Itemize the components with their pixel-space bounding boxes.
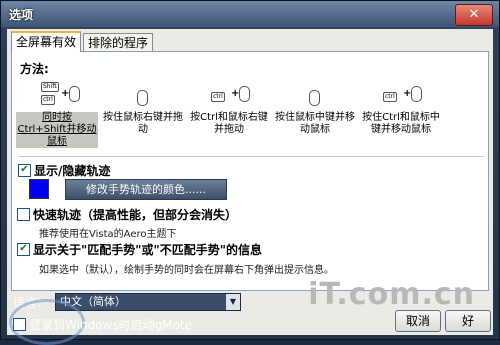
tab-fullscreen[interactable]: 全屏幕有效 — [11, 31, 82, 52]
shift-key-icon: Shift — [41, 82, 59, 92]
watermark-logo: iT.com.cn — [308, 277, 475, 312]
ok-button[interactable]: 好 — [445, 310, 491, 332]
title-bar[interactable]: 选项 ✕ — [1, 1, 499, 27]
mouse-icon — [69, 86, 80, 102]
options-dialog: 选项 ✕ 全屏幕有效 排除的程序 方法: Shift ctrl + 同时按 Ct… — [0, 0, 500, 345]
ctrl-key-icon: ctrl — [211, 92, 225, 102]
method-icon: ctrl + — [371, 82, 431, 112]
method-label: 同时按 Ctrl+Shift并移动鼠标 — [16, 112, 98, 148]
startup-label: 登录到Windows时启动gMote — [29, 318, 192, 332]
method-icon — [113, 82, 173, 112]
method-ctrl-middle-move[interactable]: ctrl + 按住Ctrl和鼠标中键并移动鼠标 — [360, 82, 442, 136]
method-icon: Shift ctrl + — [27, 82, 87, 112]
window-title: 选项 — [9, 8, 34, 22]
method-label: 按住Ctrl和鼠标中键并移动鼠标 — [362, 112, 440, 135]
method-right-drag[interactable]: 按住鼠标右键并拖动 — [102, 82, 184, 136]
show-trail-checkbox[interactable]: ✔ — [18, 164, 31, 177]
language-select[interactable]: 中文（简体） ▼ — [55, 293, 241, 311]
cancel-button[interactable]: 取消 — [395, 310, 441, 332]
show-trail-label: 显示/隐藏轨迹 — [34, 164, 111, 178]
method-label: 按住鼠标右键并拖动 — [103, 112, 183, 135]
mouse-icon — [411, 86, 422, 102]
methods-heading: 方法: — [20, 62, 49, 76]
fast-trail-label: 快速轨迹（提高性能，但部分会消失） — [33, 208, 238, 222]
chevron-down-icon[interactable]: ▼ — [226, 294, 240, 310]
mouse-icon — [309, 90, 320, 106]
mouse-icon — [239, 86, 250, 102]
method-icon: ctrl + — [199, 82, 259, 112]
method-icon — [285, 82, 345, 112]
mouse-icon — [137, 90, 148, 106]
method-ctrl-shift-move[interactable]: Shift ctrl + 同时按 Ctrl+Shift并移动鼠标 — [16, 82, 98, 148]
trail-color-swatch[interactable] — [29, 179, 49, 199]
close-button[interactable]: ✕ — [455, 4, 493, 26]
method-middle-move[interactable]: 按住鼠标中键并移动鼠标 — [274, 82, 356, 136]
match-info-checkbox[interactable]: ✔ — [17, 243, 30, 256]
startup-checkbox[interactable] — [13, 318, 26, 331]
match-info-hint: 如果选中（默认），绘制手势的同时会在屏幕右下角弹出提示信息。 — [39, 265, 334, 276]
match-info-label: 显示关于"匹配手势"或"不匹配手势"的信息 — [33, 243, 263, 257]
method-ctrl-right-drag[interactable]: ctrl + 按Ctrl和鼠标右键并拖动 — [188, 82, 270, 136]
change-trail-color-button[interactable]: 修改手势轨迹的颜色...... — [65, 179, 227, 200]
tab-excluded-programs[interactable]: 排除的程序 — [83, 33, 154, 52]
fast-trail-checkbox[interactable] — [17, 208, 30, 221]
client-area: 全屏幕有效 排除的程序 方法: Shift ctrl + 同时按 Ctrl+Sh… — [7, 29, 493, 345]
method-label: 按Ctrl和鼠标右键并拖动 — [190, 112, 268, 135]
ctrl-key-icon: ctrl — [41, 95, 55, 105]
divider — [18, 156, 484, 157]
ctrl-key-icon: ctrl — [383, 92, 397, 102]
method-label: 按住鼠标中键并移动鼠标 — [275, 112, 355, 135]
fast-trail-hint: 推荐使用在Vista的Aero主题下 — [39, 229, 177, 240]
